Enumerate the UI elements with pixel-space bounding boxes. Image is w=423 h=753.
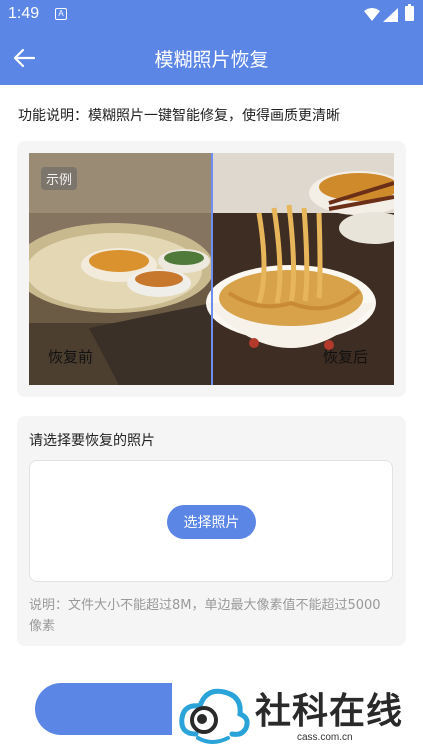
page-title: 模糊照片恢复 (154, 49, 269, 71)
signal-icon (383, 7, 398, 26)
example-image: 示例 恢复前 恢复后 (29, 153, 394, 385)
compare-divider[interactable] (211, 153, 213, 385)
choose-photo-button[interactable]: 选择照片 (167, 505, 256, 539)
upload-area[interactable]: 选择照片 (29, 460, 393, 582)
feature-description: 功能说明：模糊照片一键智能修复，使得画质更清晰 (18, 108, 340, 124)
watermark-url: cass.com.cn (297, 732, 353, 743)
status-bar: 1:49 A (0, 0, 423, 30)
battery-icon (405, 4, 414, 21)
status-time: 1:49 (8, 5, 40, 22)
wifi-icon (364, 7, 380, 26)
upload-note: 说明：文件大小不能超过8M，单边最大像素值不能超过5000像素 (29, 598, 381, 634)
example-card: 示例 恢复前 恢复后 (17, 141, 406, 397)
before-label: 恢复前 (48, 348, 94, 366)
watermark: 社科在线 cass.com.cn (172, 676, 423, 753)
select-title: 请选择要恢复的照片 (29, 433, 155, 449)
after-label: 恢复后 (323, 348, 369, 366)
app-bar: 模糊照片恢复 (0, 30, 423, 85)
select-photo-card: 请选择要恢复的照片 选择照片 说明：文件大小不能超过8M，单边最大像素值不能超过… (17, 416, 406, 646)
example-tag: 示例 (41, 167, 78, 190)
cloud-logo-icon (179, 688, 250, 744)
notification-icon: A (55, 8, 67, 20)
watermark-text: 社科在线 (255, 690, 404, 732)
